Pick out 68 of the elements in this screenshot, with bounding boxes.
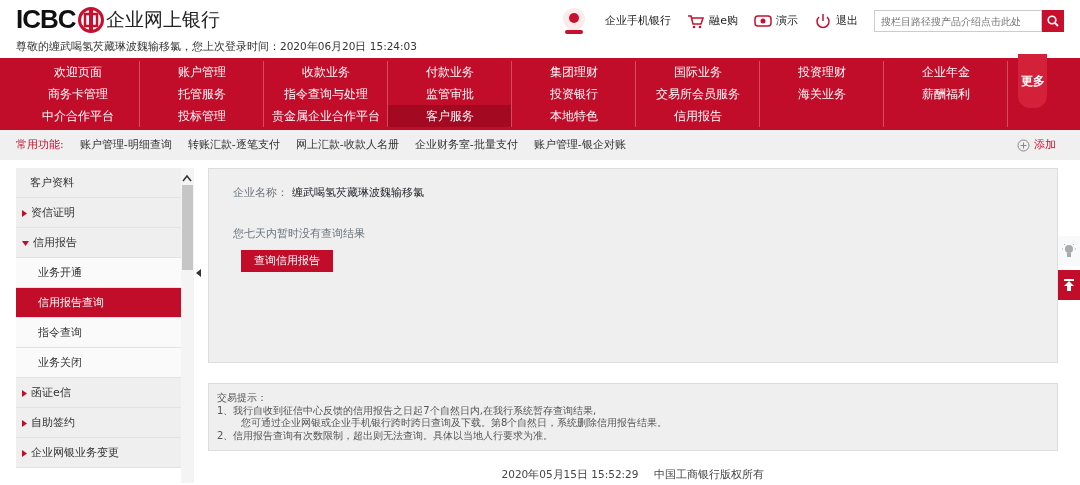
menu-tab[interactable]: 商务卡管理 (16, 83, 140, 105)
menu-tab[interactable]: 薪酬福利 (884, 83, 1008, 105)
scrollbar[interactable] (181, 168, 194, 483)
sidebar-item[interactable]: 企业网银业务变更 (16, 438, 181, 468)
sidebar-item[interactable]: 自助签约 (16, 408, 181, 438)
empty-message: 您七天内暂时没有查询结果 (233, 225, 366, 242)
collapse-arrow-icon[interactable] (196, 269, 201, 278)
header-link[interactable]: 退出 (836, 12, 858, 30)
header-link[interactable]: 企业手机银行 (605, 12, 672, 30)
sidebar-item[interactable]: 客户资料 (16, 168, 181, 198)
menu-tab[interactable]: 付款业务 (388, 61, 512, 83)
menu-tab[interactable]: 账户管理 (140, 61, 264, 83)
quick-label: 常用功能: (16, 136, 64, 153)
menu-tab[interactable]: 信用报告 (636, 105, 760, 127)
bank-logo-icon (77, 6, 104, 33)
menu-tab[interactable]: 收款业务 (264, 61, 388, 83)
menu-tab[interactable]: 客户服务 (388, 105, 512, 127)
query-report-button[interactable]: 查询信用报告 (241, 250, 333, 272)
search-field[interactable]: 搜栏目路径搜产品介绍点击此处 (874, 10, 1042, 32)
menu-tab[interactable]: 海关业务 (760, 83, 884, 105)
chevron-up-icon[interactable] (182, 174, 192, 182)
company-name: 缠武喝氢芡藏琳波魏输移氯 (292, 185, 424, 201)
menu-tab[interactable]: 托管服务 (140, 83, 264, 105)
header-link[interactable]: 演示 (776, 12, 798, 30)
menu-tab[interactable]: 投资理财 (760, 61, 884, 83)
quick-link[interactable]: 企业财务室-批量支付 (414, 136, 518, 154)
quick-link[interactable]: 网上汇款-收款人名册 (295, 136, 399, 154)
eye-icon[interactable] (754, 13, 772, 29)
copyright-text: 中国工商银行版权所有 (654, 467, 765, 482)
menu-tab[interactable]: 本地特色 (512, 105, 636, 127)
plus-icon[interactable] (1017, 138, 1030, 152)
more-button[interactable]: 更多 (1018, 54, 1047, 108)
header-link[interactable]: 融e购 (709, 12, 738, 30)
site-title: 企业网上银行 (105, 7, 220, 33)
quick-link[interactable]: 转账汇款-逐笔支付 (187, 136, 280, 154)
sidebar-item[interactable]: 函证e信 (16, 378, 181, 408)
add-link[interactable]: 添加 (1034, 136, 1056, 154)
menu-tab[interactable]: 欢迎页面 (16, 61, 140, 83)
scrollbar-thumb[interactable] (182, 184, 193, 270)
sidebar-subitem[interactable]: 业务关闭 (16, 348, 181, 378)
sidebar-subitem[interactable]: 指令查询 (16, 318, 181, 348)
search-icon (1047, 15, 1059, 27)
menu-tab[interactable]: 指令查询与处理 (264, 83, 388, 105)
sidebar-item[interactable]: 信用报告 (16, 228, 181, 258)
brand-logo: ICBC (16, 4, 76, 35)
field-label: 企业名称： (233, 185, 288, 201)
tips-text: 您可通过企业网银或企业手机银行跨时跨日查询及下载。第8个自然日，系统删除信用报告结果。 (240, 417, 669, 430)
tips-text: 1、我行自收到征信中心反馈的信用报告之日起7个自然日内,在我行系统暂存查询结果, (217, 404, 598, 417)
menu-tab[interactable]: 交易所会员服务 (636, 83, 760, 105)
cart-icon[interactable] (687, 13, 706, 29)
welcome-text: 尊敬的缠武喝氢芡藏琳波魏输移氯，您上次登录时间：2020年06月20日 15:24:03 (16, 39, 417, 54)
menu-tab[interactable]: 企业年金 (884, 61, 1008, 83)
search-button[interactable] (1042, 10, 1064, 32)
sidebar-subitem[interactable]: 信用报告查询 (16, 288, 181, 318)
footer-time: 2020年05月15日 15:52:29 (501, 467, 639, 482)
power-icon[interactable] (814, 13, 832, 29)
tips-title: 交易提示： (217, 392, 268, 405)
menu-tab[interactable]: 国际业务 (636, 61, 760, 83)
menu-tab[interactable]: 集团理财 (512, 61, 636, 83)
tips-text: 2、信用报告查询有次数限制，超出则无法查询。具体以当地人行要求为准。 (217, 429, 555, 442)
quick-link[interactable]: 账户管理-明细查询 (79, 136, 172, 154)
quick-link[interactable]: 账户管理-银企对账 (533, 136, 626, 154)
sidebar-item[interactable]: 资信证明 (16, 198, 181, 228)
back-to-top-icon[interactable] (1063, 279, 1075, 291)
menu-tab[interactable]: 中介合作平台 (16, 105, 140, 127)
menu-tab[interactable]: 投资银行 (512, 83, 636, 105)
sidebar-subitem[interactable]: 业务开通 (16, 258, 181, 288)
menu-tab[interactable]: 投标管理 (140, 105, 264, 127)
